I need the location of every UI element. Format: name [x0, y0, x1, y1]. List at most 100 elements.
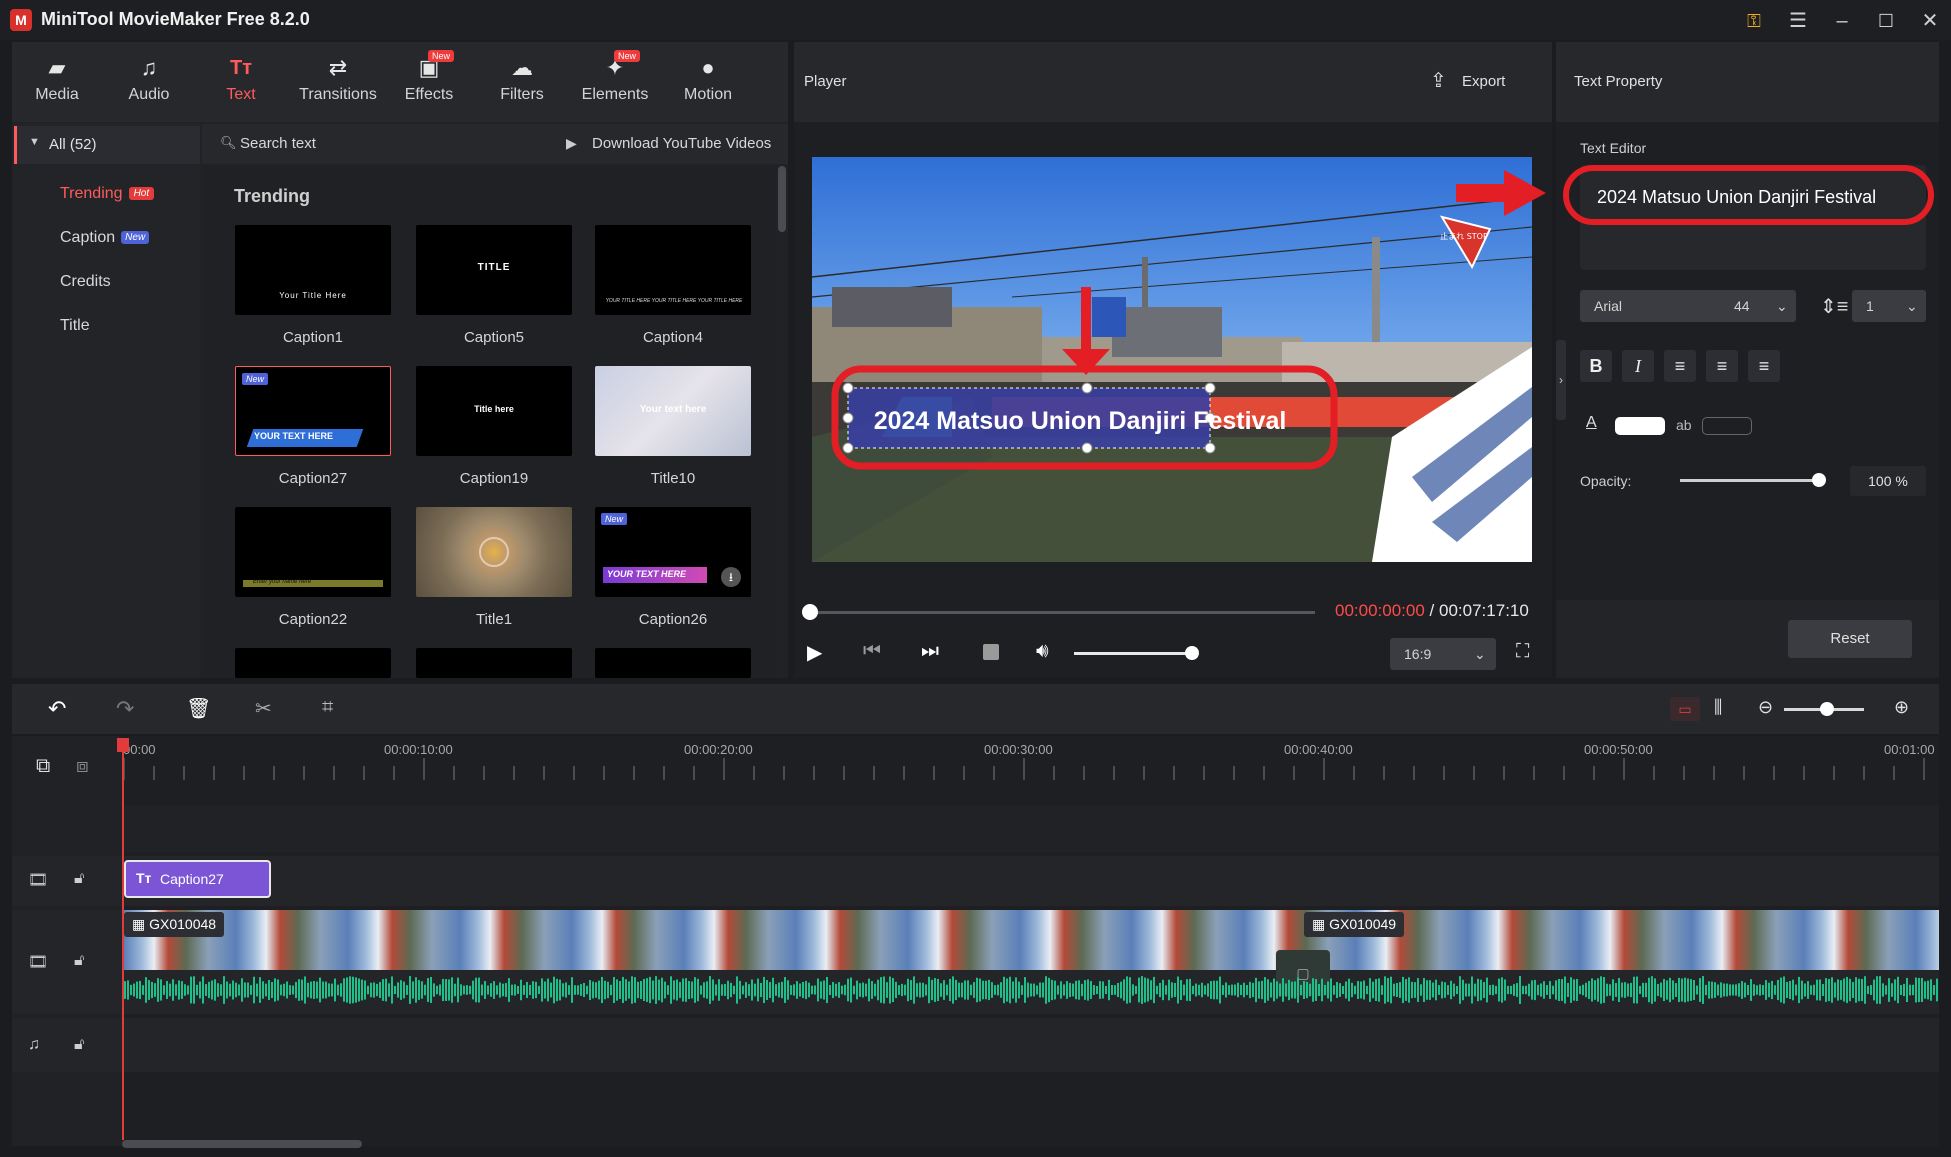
- template-caption5[interactable]: TITLE: [416, 225, 572, 315]
- template-caption26[interactable]: New YOUR TEXT HERE ⭳: [595, 507, 751, 597]
- font-dropdown[interactable]: Arial ⌄: [1580, 290, 1742, 322]
- undo-icon[interactable]: ↶: [48, 696, 66, 722]
- seek-handle[interactable]: [802, 604, 818, 620]
- zoom-handle[interactable]: [1820, 702, 1834, 716]
- italic-icon[interactable]: I: [1622, 350, 1654, 382]
- line-spacing-dropdown[interactable]: 1 ⌄: [1852, 290, 1926, 322]
- volume-handle[interactable]: [1185, 646, 1199, 660]
- waveform-bar: [1453, 983, 1455, 997]
- lock-icon[interactable]: 🔓︎: [74, 952, 84, 970]
- redo-icon[interactable]: ↷: [116, 696, 134, 722]
- crop-icon[interactable]: ⌗: [322, 696, 333, 719]
- seek-bar[interactable]: [809, 611, 1315, 614]
- video-clip-2[interactable]: ▦ GX010049: [1304, 912, 1405, 937]
- playhead-handle[interactable]: [117, 738, 129, 752]
- download-youtube-link[interactable]: Download YouTube Videos: [592, 135, 771, 152]
- align-right-icon[interactable]: ≡: [1748, 350, 1780, 382]
- video-overlay-text[interactable]: 2024 Matsuo Union Danjiri Festival: [874, 407, 1287, 435]
- remove-track-icon[interactable]: ⧈: [76, 755, 89, 778]
- library-toolbar: ▰ Media ♫ Audio Tт Text ⇄ Transitions Ne…: [12, 42, 788, 122]
- previous-frame-icon[interactable]: ⏮: [863, 640, 881, 663]
- waveform-bar: [604, 980, 606, 1000]
- tool-effects[interactable]: New ▣ Effects: [384, 42, 474, 122]
- template-caption4[interactable]: YOUR TITLE HERE YOUR TITLE HERE YOUR TIT…: [595, 225, 751, 315]
- download-icon[interactable]: ⭳: [721, 567, 741, 587]
- template-caption22[interactable]: Enter your name here: [235, 507, 391, 597]
- video-preview[interactable]: 止まれ STOP 2024 Matsuo Union Danjiri Festi…: [812, 157, 1532, 562]
- reset-button[interactable]: Reset: [1788, 620, 1912, 658]
- waveform-bar: [712, 979, 714, 1001]
- close-icon[interactable]: ✕: [1913, 6, 1947, 36]
- zoom-out-icon[interactable]: ⊖: [1758, 697, 1773, 718]
- waveform-bar: [229, 983, 231, 997]
- caption-clip[interactable]: Tт Caption27: [124, 860, 271, 898]
- waveform-bar: [1924, 981, 1926, 999]
- collapse-panel-handle[interactable]: ›: [1556, 340, 1566, 420]
- template-title10[interactable]: Your text here: [595, 366, 751, 456]
- video-clip-strip[interactable]: [124, 910, 1939, 970]
- volume-icon[interactable]: 🔊︎: [1036, 640, 1049, 663]
- tool-motion[interactable]: ● Motion: [663, 42, 753, 122]
- waveform-bar: [427, 978, 429, 1002]
- tool-audio[interactable]: ♫ Audio: [104, 42, 194, 122]
- key-icon[interactable]: ⚿: [1737, 6, 1771, 36]
- category-credits[interactable]: Credits: [60, 273, 111, 291]
- grid-scrollbar[interactable]: [778, 166, 786, 232]
- bold-icon[interactable]: B: [1580, 350, 1612, 382]
- opacity-handle[interactable]: [1812, 473, 1826, 487]
- lock-icon[interactable]: 🔓︎: [74, 870, 84, 888]
- template-title1[interactable]: [416, 507, 572, 597]
- opacity-input[interactable]: 100 %: [1850, 466, 1926, 496]
- tool-media[interactable]: ▰ Media: [12, 42, 102, 122]
- zoom-in-icon[interactable]: ⊕: [1894, 697, 1909, 718]
- waveform-bar: [1507, 985, 1509, 995]
- background-color-swatch[interactable]: [1702, 417, 1752, 435]
- waveform-bar: [817, 978, 819, 1002]
- aspect-ratio-dropdown[interactable]: 16:9 ⌄: [1390, 638, 1496, 670]
- video-clip-1[interactable]: ▦ GX010048: [124, 912, 225, 937]
- delete-icon[interactable]: 🗑︎: [186, 696, 211, 721]
- category-all[interactable]: ▼ All (52): [14, 126, 200, 164]
- waveform-bar: [373, 982, 375, 998]
- lock-icon[interactable]: 🔓︎: [74, 1036, 84, 1054]
- tool-filters[interactable]: ☁ Filters: [477, 42, 567, 122]
- search-input[interactable]: Search text: [240, 135, 316, 152]
- next-frame-icon[interactable]: ⏭: [921, 640, 939, 663]
- add-track-icon[interactable]: ⧉: [36, 755, 50, 778]
- split-icon[interactable]: ✂: [255, 696, 272, 721]
- fullscreen-icon[interactable]: ⛶: [1516, 641, 1529, 663]
- category-label: Caption: [60, 229, 116, 246]
- waveform-bar: [769, 982, 771, 998]
- music-track: [12, 1018, 1939, 1072]
- menu-icon[interactable]: ☰: [1781, 6, 1815, 36]
- volume-slider[interactable]: [1074, 652, 1192, 655]
- category-trending[interactable]: Trending Hot: [60, 185, 155, 203]
- text-color-swatch[interactable]: [1615, 417, 1665, 435]
- stop-icon[interactable]: [983, 644, 999, 660]
- snap-icon[interactable]: ▭: [1670, 697, 1700, 721]
- opacity-slider[interactable]: [1680, 479, 1820, 482]
- waveform-bar: [1303, 981, 1305, 999]
- timeline-scrollbar[interactable]: [122, 1140, 362, 1148]
- waveform-bar: [253, 976, 255, 1004]
- tool-transitions[interactable]: ⇄ Transitions: [290, 42, 386, 122]
- playhead[interactable]: [122, 740, 124, 1140]
- template-caption27[interactable]: New YOUR TEXT HERE: [235, 366, 391, 456]
- align-center-icon[interactable]: ≡: [1706, 350, 1738, 382]
- align-left-icon[interactable]: ≡: [1664, 350, 1696, 382]
- fit-timeline-icon[interactable]: ⫼: [1714, 697, 1722, 718]
- font-size-dropdown[interactable]: 44 ⌄: [1720, 290, 1796, 322]
- tool-text[interactable]: Tт Text: [196, 42, 286, 122]
- minimize-icon[interactable]: –: [1825, 6, 1859, 36]
- template-caption1[interactable]: Your Title Here: [235, 225, 391, 315]
- waveform-bar: [391, 976, 393, 1004]
- category-title[interactable]: Title: [60, 317, 90, 335]
- maximize-icon[interactable]: ☐: [1869, 6, 1903, 36]
- tool-elements[interactable]: New ✦ Elements: [570, 42, 660, 122]
- waveform-bar: [1618, 978, 1620, 1002]
- waveform-bar: [436, 985, 438, 995]
- category-caption[interactable]: Caption New: [60, 229, 150, 247]
- export-button[interactable]: Export: [1462, 73, 1505, 90]
- template-caption19[interactable]: Title here: [416, 366, 572, 456]
- play-icon[interactable]: ▶: [807, 640, 822, 665]
